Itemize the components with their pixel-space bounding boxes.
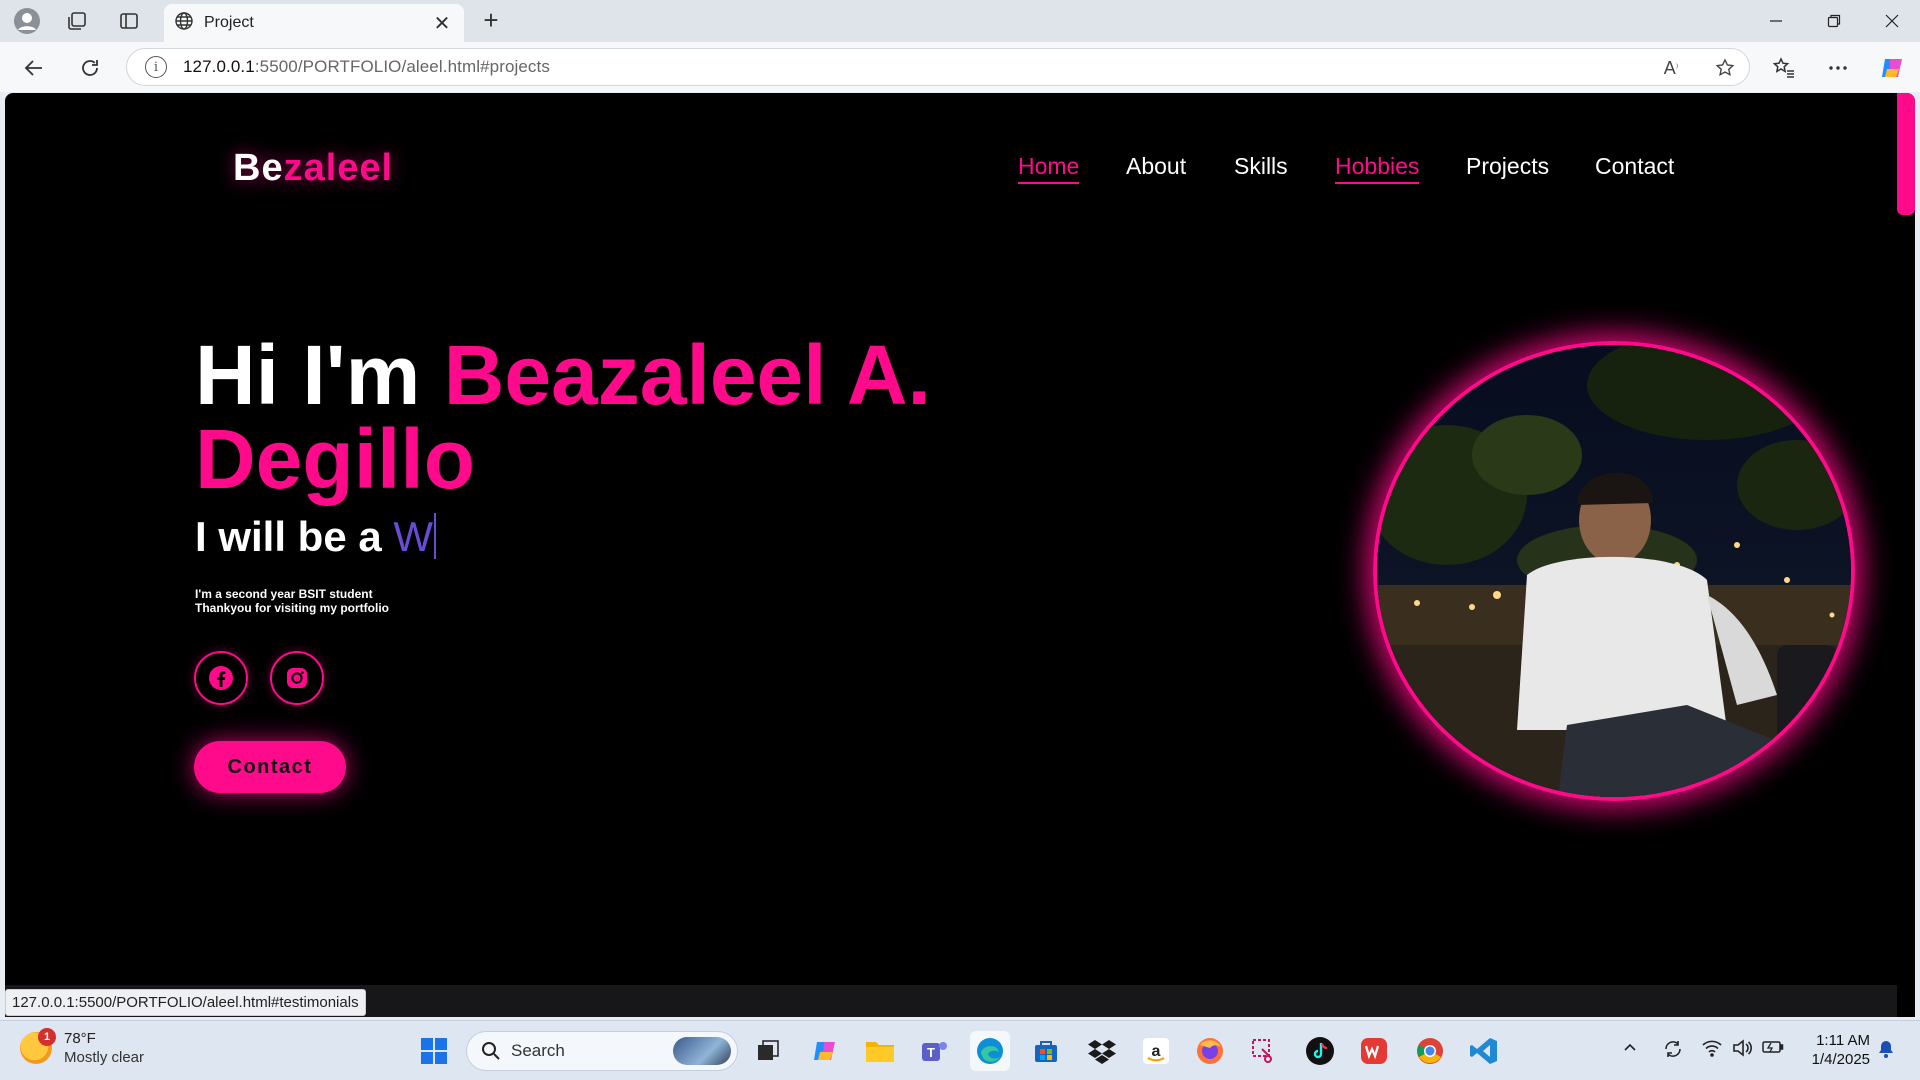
browser-tab-bar: Project ✕ + bbox=[0, 0, 1920, 42]
clock[interactable]: 1:11 AM 1/4/2025 bbox=[1800, 1031, 1870, 1069]
profile-icon[interactable] bbox=[12, 6, 42, 36]
bio-text: I'm a second year BSIT student Thankyou … bbox=[195, 587, 389, 615]
reload-button[interactable] bbox=[74, 52, 106, 84]
search-icon bbox=[482, 1042, 500, 1060]
sync-icon[interactable] bbox=[1662, 1039, 1684, 1064]
windows-taskbar: 1 78°F Mostly clear Search T a 1:11 AM 1… bbox=[0, 1020, 1920, 1080]
browser-toolbar: i 127.0.0.1:5500/PORTFOLIO/aleel.html#pr… bbox=[0, 42, 1920, 92]
site-logo[interactable]: Bezaleel bbox=[233, 147, 393, 190]
instagram-link[interactable] bbox=[270, 651, 324, 705]
amazon-icon[interactable]: a bbox=[1136, 1031, 1176, 1071]
wifi-icon[interactable] bbox=[1702, 1039, 1722, 1062]
facebook-icon bbox=[209, 666, 233, 690]
minimize-button[interactable] bbox=[1748, 0, 1804, 42]
clock-time: 1:11 AM bbox=[1816, 1032, 1870, 1049]
favorite-star-icon[interactable] bbox=[1713, 56, 1737, 80]
nav-about[interactable]: About bbox=[1126, 153, 1186, 180]
typing-caret bbox=[434, 513, 437, 559]
weather-badge: 1 bbox=[38, 1028, 56, 1046]
typing-line: I will be a W bbox=[195, 513, 437, 561]
weather-moon-icon: 1 bbox=[20, 1028, 56, 1064]
store-icon[interactable] bbox=[1026, 1031, 1066, 1071]
close-tab-icon[interactable]: ✕ bbox=[430, 11, 454, 36]
site-info-icon[interactable]: i bbox=[145, 56, 167, 78]
edge-icon[interactable] bbox=[970, 1031, 1010, 1071]
nav-contact[interactable]: Contact bbox=[1595, 153, 1674, 180]
copilot-icon[interactable] bbox=[1876, 52, 1908, 84]
back-button[interactable] bbox=[18, 52, 50, 84]
tab-title: Project bbox=[204, 14, 254, 31]
bio-line-1: I'm a second year BSIT student bbox=[195, 587, 373, 601]
show-hidden-icons[interactable] bbox=[1622, 1039, 1638, 1060]
start-button[interactable] bbox=[414, 1031, 454, 1071]
read-aloud-icon[interactable]: A ⁾ bbox=[1659, 56, 1683, 80]
restore-button[interactable] bbox=[1806, 0, 1862, 42]
tiktok-icon[interactable] bbox=[1300, 1031, 1340, 1071]
svg-text:T: T bbox=[927, 1045, 935, 1060]
nav-hobbies[interactable]: Hobbies bbox=[1335, 153, 1420, 184]
tab-actions-icon[interactable] bbox=[114, 6, 144, 36]
notifications-bell-icon[interactable] bbox=[1876, 1039, 1896, 1064]
search-label: Search bbox=[511, 1041, 565, 1060]
typing-text: W bbox=[393, 513, 434, 560]
file-explorer-icon[interactable] bbox=[860, 1031, 900, 1071]
profile-photo bbox=[1373, 341, 1855, 801]
globe-icon bbox=[174, 11, 194, 36]
hero-greeting: Hi I'm bbox=[195, 328, 444, 422]
address-bar[interactable]: i 127.0.0.1:5500/PORTFOLIO/aleel.html#pr… bbox=[126, 48, 1750, 86]
clock-date: 1/4/2025 bbox=[1811, 1051, 1870, 1068]
vertical-scrollbar-thumb[interactable] bbox=[1897, 93, 1915, 215]
firefox-icon[interactable] bbox=[1190, 1031, 1230, 1071]
dropbox-icon[interactable] bbox=[1082, 1031, 1122, 1071]
workspaces-icon[interactable] bbox=[62, 6, 92, 36]
status-bar-url: 127.0.0.1:5500/PORTFOLIO/aleel.html#test… bbox=[5, 989, 366, 1016]
facebook-link[interactable] bbox=[194, 651, 248, 705]
typing-prefix: I will be a bbox=[195, 513, 394, 560]
nav-skills[interactable]: Skills bbox=[1234, 153, 1288, 180]
search-highlight-art bbox=[673, 1037, 731, 1065]
copilot-app-icon[interactable] bbox=[806, 1031, 846, 1071]
teams-icon[interactable]: T bbox=[914, 1031, 954, 1071]
contact-button[interactable]: Contact bbox=[194, 741, 346, 793]
nav-projects[interactable]: Projects bbox=[1466, 153, 1549, 180]
instagram-icon bbox=[287, 668, 307, 688]
vscode-icon[interactable] bbox=[1464, 1031, 1504, 1071]
tab-project[interactable]: Project ✕ bbox=[164, 4, 464, 42]
chrome-icon[interactable] bbox=[1410, 1031, 1450, 1071]
battery-icon[interactable] bbox=[1762, 1039, 1784, 1060]
new-tab-button[interactable]: + bbox=[476, 6, 506, 36]
nav-home[interactable]: Home bbox=[1018, 153, 1080, 184]
wps-office-icon[interactable] bbox=[1354, 1031, 1394, 1071]
weather-widget[interactable]: 1 78°F Mostly clear bbox=[20, 1028, 145, 1067]
more-menu-icon[interactable] bbox=[1822, 52, 1854, 84]
snipping-tool-icon[interactable] bbox=[1244, 1031, 1284, 1071]
bio-line-2: Thankyou for visiting my portfolio bbox=[195, 601, 390, 615]
page-viewport: Bezaleel Home About Skills Hobbies Proje… bbox=[5, 93, 1915, 1017]
svg-text:a: a bbox=[1152, 1043, 1161, 1060]
taskbar-search[interactable]: Search bbox=[466, 1031, 738, 1071]
hero-heading: Hi I'm Beazaleel A. Degillo bbox=[195, 333, 1095, 501]
volume-icon[interactable] bbox=[1732, 1039, 1753, 1062]
weather-condition: Mostly clear bbox=[64, 1049, 145, 1066]
task-view-icon[interactable] bbox=[748, 1031, 788, 1071]
windows-logo-icon bbox=[421, 1038, 447, 1064]
favorites-icon[interactable] bbox=[1768, 52, 1800, 84]
close-window-button[interactable] bbox=[1864, 0, 1920, 42]
url-text[interactable]: 127.0.0.1:5500/PORTFOLIO/aleel.html#proj… bbox=[183, 57, 550, 77]
weather-temp: 78°F bbox=[64, 1030, 96, 1047]
